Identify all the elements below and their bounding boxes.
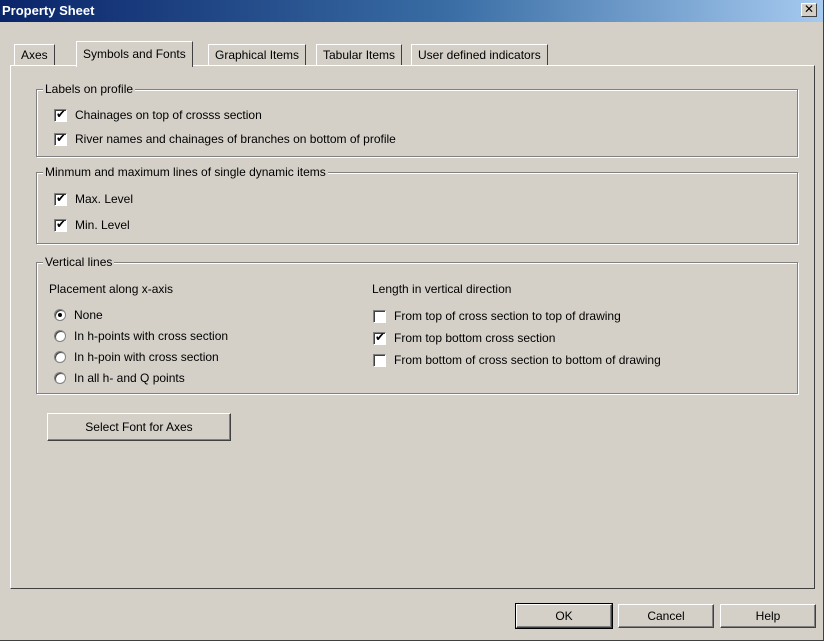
- minmax-lines-group: Minmum and maximum lines of single dynam…: [36, 165, 798, 244]
- title-bar[interactable]: Property Sheet ✕: [0, 0, 823, 22]
- checkbox-max-level[interactable]: ✔ Max. Level: [54, 190, 134, 206]
- checkbox-box[interactable]: [373, 309, 386, 323]
- checkbox-box[interactable]: ✔: [54, 216, 67, 232]
- radio-button[interactable]: [54, 309, 66, 321]
- tab-tabular-items[interactable]: Tabular Items: [316, 44, 403, 66]
- radio-button[interactable]: [54, 330, 66, 342]
- checkbox-label: River names and chainages of branches on…: [75, 132, 396, 146]
- checkbox-top-bottom[interactable]: ✔ From top bottom cross section: [373, 329, 556, 345]
- radio-label: In all h- and Q points: [74, 371, 185, 385]
- help-button[interactable]: Help: [720, 604, 816, 628]
- check-icon: ✔: [55, 216, 67, 231]
- radio-none[interactable]: None: [54, 308, 103, 322]
- group-title: Minmum and maximum lines of single dynam…: [43, 165, 328, 179]
- labels-on-profile-group: Labels on profile ✔ Chainages on top of …: [36, 82, 798, 157]
- group-title: Labels on profile: [43, 82, 136, 96]
- close-button[interactable]: ✕: [801, 3, 817, 17]
- tab-label: User defined indicators: [418, 48, 541, 62]
- radio-selected-icon: [58, 313, 62, 317]
- radio-label: In h-points with cross section: [74, 329, 229, 343]
- checkbox-label: Chainages on top of crosss section: [75, 108, 262, 122]
- radio-all-h-q-points[interactable]: In all h- and Q points: [54, 371, 185, 385]
- checkbox-label: From top bottom cross section: [394, 331, 556, 345]
- close-icon: ✕: [803, 2, 815, 16]
- checkbox-box[interactable]: ✔: [54, 130, 67, 146]
- checkbox-box[interactable]: ✔: [54, 190, 67, 206]
- group-title: Vertical lines: [43, 255, 115, 269]
- check-icon: ✔: [55, 190, 67, 205]
- checkbox-chainages-top[interactable]: ✔ Chainages on top of crosss section: [54, 106, 262, 122]
- tab-axes[interactable]: Axes: [14, 44, 55, 66]
- checkbox-box[interactable]: ✔: [54, 106, 67, 122]
- check-icon: ✔: [374, 329, 386, 344]
- cancel-button[interactable]: Cancel: [618, 604, 714, 628]
- check-icon: ✔: [55, 106, 67, 121]
- radio-label: In h-poin with cross section: [74, 350, 219, 364]
- radio-button[interactable]: [54, 351, 66, 363]
- tab-label: Graphical Items: [215, 48, 300, 62]
- tab-graphical-items[interactable]: Graphical Items: [208, 44, 307, 66]
- radio-button[interactable]: [54, 372, 66, 384]
- radio-h-points-cross-section[interactable]: In h-points with cross section: [54, 329, 228, 343]
- radio-h-poin-cross-section[interactable]: In h-poin with cross section: [54, 350, 219, 364]
- tab-symbols-and-fonts[interactable]: Symbols and Fonts: [76, 41, 193, 67]
- placement-title: Placement along x-axis: [49, 282, 174, 296]
- checkbox-top-to-top[interactable]: From top of cross section to top of draw…: [373, 309, 621, 323]
- checkbox-label: From bottom of cross section to bottom o…: [394, 353, 661, 367]
- ok-button[interactable]: OK: [515, 603, 613, 629]
- check-icon: ✔: [55, 130, 67, 145]
- tab-label: Tabular Items: [323, 48, 396, 62]
- tab-user-defined-indicators[interactable]: User defined indicators: [411, 44, 548, 66]
- checkbox-label: Min. Level: [75, 218, 130, 232]
- checkbox-label: Max. Level: [75, 192, 134, 206]
- checkbox-box[interactable]: ✔: [373, 329, 386, 345]
- length-title: Length in vertical direction: [372, 282, 512, 296]
- checkbox-min-level[interactable]: ✔ Min. Level: [54, 216, 130, 232]
- checkbox-label: From top of cross section to top of draw…: [394, 309, 621, 323]
- tab-panel-symbols-and-fonts: Labels on profile ✔ Chainages on top of …: [10, 65, 815, 589]
- tab-label: Axes: [21, 48, 48, 62]
- checkbox-bottom-to-bottom[interactable]: From bottom of cross section to bottom o…: [373, 353, 661, 367]
- select-font-button[interactable]: Select Font for Axes: [47, 413, 231, 441]
- checkbox-box[interactable]: [373, 353, 386, 367]
- tab-label: Symbols and Fonts: [83, 47, 186, 61]
- property-sheet-window: Property Sheet ✕ Axes Symbols and Fonts …: [0, 0, 824, 641]
- checkbox-river-names[interactable]: ✔ River names and chainages of branches …: [54, 130, 396, 146]
- vertical-lines-group: Vertical lines Placement along x-axis No…: [36, 255, 798, 394]
- window-title: Property Sheet: [2, 3, 95, 18]
- radio-label: None: [74, 308, 103, 322]
